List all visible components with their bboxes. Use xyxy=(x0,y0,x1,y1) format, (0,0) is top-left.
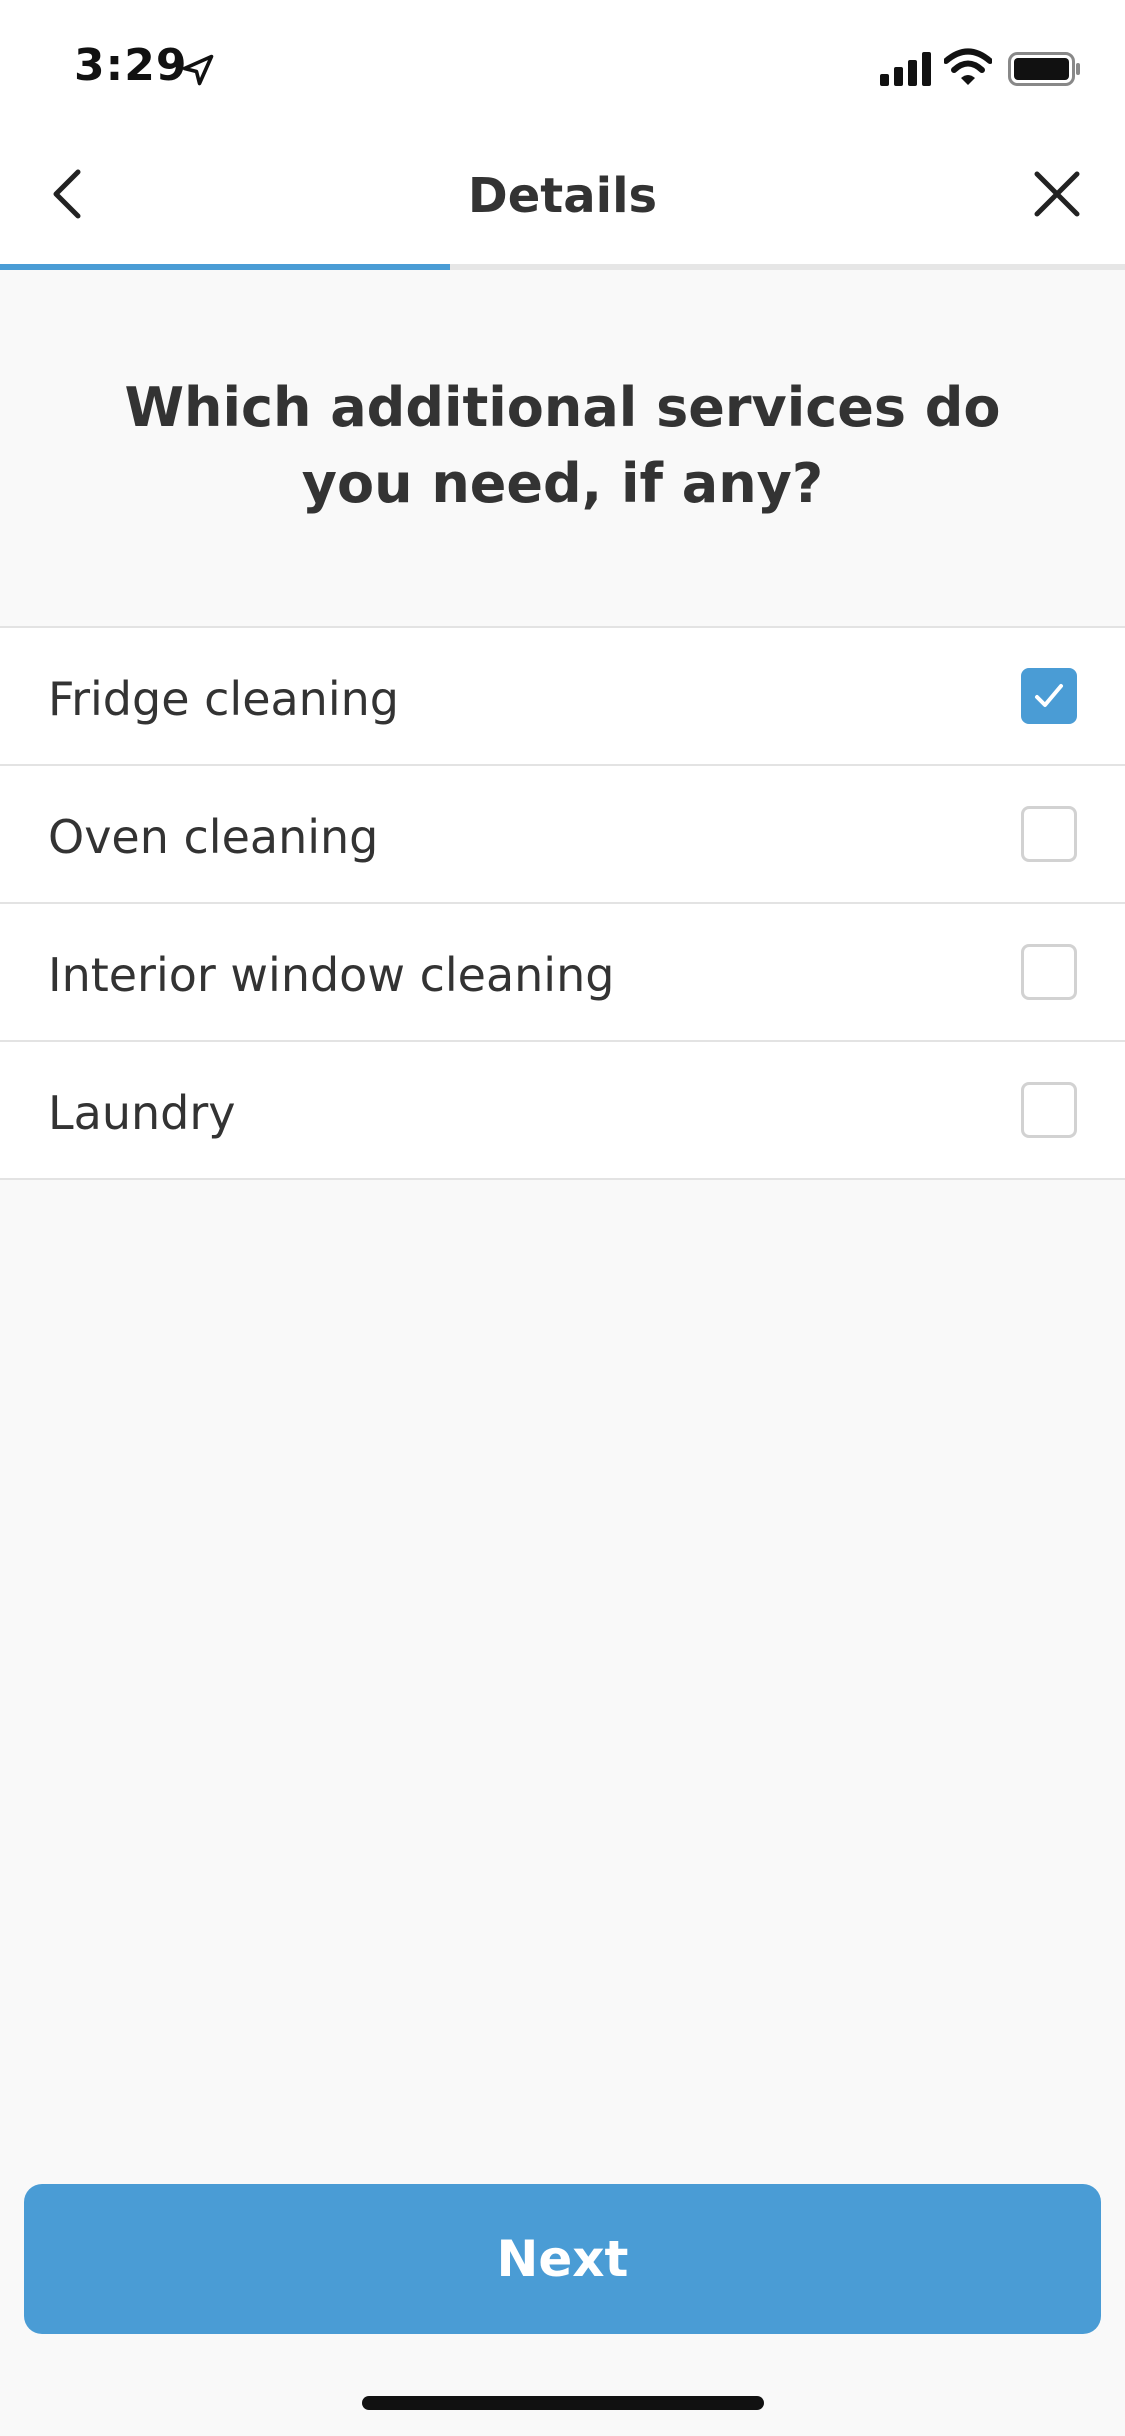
option-label: Laundry xyxy=(48,1086,236,1140)
close-icon xyxy=(1034,171,1080,217)
question-heading: Which additional services do you need, i… xyxy=(124,376,1001,515)
screen: 3:29 Details Which additional services d… xyxy=(0,0,1125,2436)
location-arrow-icon xyxy=(182,54,214,86)
option-interior-window-cleaning[interactable]: Interior window cleaning xyxy=(0,904,1125,1042)
status-bar: 3:29 xyxy=(0,0,1125,132)
home-indicator xyxy=(362,2396,764,2410)
wifi-icon xyxy=(944,48,992,85)
close-button[interactable] xyxy=(1025,162,1089,226)
page-title: Details xyxy=(467,168,658,224)
option-label: Interior window cleaning xyxy=(48,948,615,1002)
option-laundry[interactable]: Laundry xyxy=(0,1042,1125,1180)
status-time: 3:29 xyxy=(74,40,188,91)
checkmark-icon xyxy=(1035,684,1063,707)
battery-icon xyxy=(1008,52,1080,86)
checkbox[interactable] xyxy=(1021,944,1077,1000)
option-label: Oven cleaning xyxy=(48,810,379,864)
nav-bar: Details xyxy=(0,132,1125,267)
progress-bar xyxy=(0,264,1125,270)
next-button[interactable]: Next xyxy=(24,2184,1101,2334)
checkbox[interactable] xyxy=(1021,1082,1077,1138)
option-fridge-cleaning[interactable]: Fridge cleaning xyxy=(0,628,1125,766)
options-list: Fridge cleaning Oven cleaning Interior w… xyxy=(0,626,1125,1180)
option-label: Fridge cleaning xyxy=(48,672,399,726)
option-oven-cleaning[interactable]: Oven cleaning xyxy=(0,766,1125,904)
checkbox[interactable] xyxy=(1021,806,1077,862)
cellular-signal-icon xyxy=(880,52,931,86)
progress-bar-fill xyxy=(0,264,450,270)
checkbox[interactable] xyxy=(1021,668,1077,724)
